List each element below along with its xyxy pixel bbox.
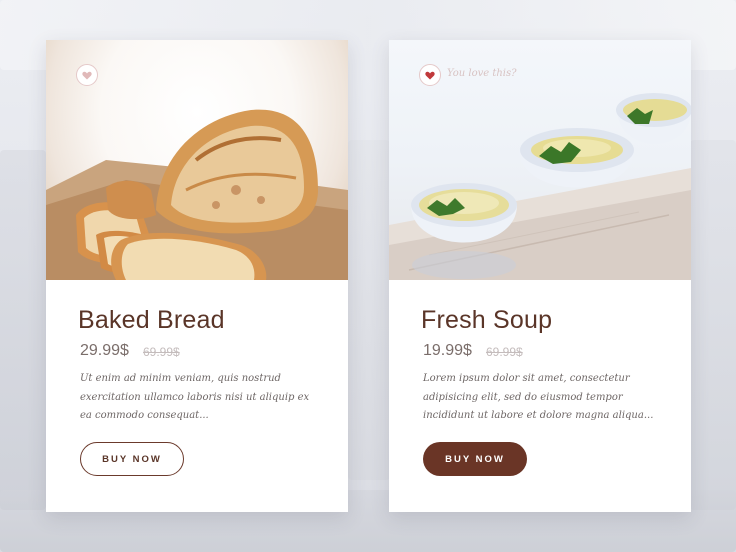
product-old-price: 69.99$ — [143, 345, 180, 359]
background-right — [690, 140, 736, 510]
favorite-button[interactable] — [76, 64, 98, 86]
product-price: 29.99$ — [80, 342, 129, 359]
product-description: Lorem ipsum dolor sit amet, consectetur … — [423, 373, 654, 421]
favorite-note: You love this? — [447, 68, 517, 79]
background-left — [0, 150, 46, 510]
background-middle — [348, 140, 390, 480]
product-old-price: 69.99$ — [486, 345, 523, 359]
product-title: Baked Bread — [78, 306, 225, 334]
product-description: Ut enim ad minim veniam, quis nostrud ex… — [80, 373, 310, 421]
product-card-soup: You love this? Fresh Soup 19.99$ 69.99$ … — [389, 40, 691, 512]
buy-now-button[interactable]: BUY NOW — [423, 442, 527, 476]
product-price: 19.99$ — [423, 342, 472, 359]
favorite-button[interactable] — [419, 64, 441, 86]
heart-icon — [425, 71, 435, 79]
product-card-bread: Baked Bread 29.99$ 69.99$ Ut enim ad min… — [46, 40, 348, 512]
buy-now-button[interactable]: BUY NOW — [80, 442, 184, 476]
product-title: Fresh Soup — [421, 306, 553, 334]
heart-icon — [82, 71, 92, 79]
